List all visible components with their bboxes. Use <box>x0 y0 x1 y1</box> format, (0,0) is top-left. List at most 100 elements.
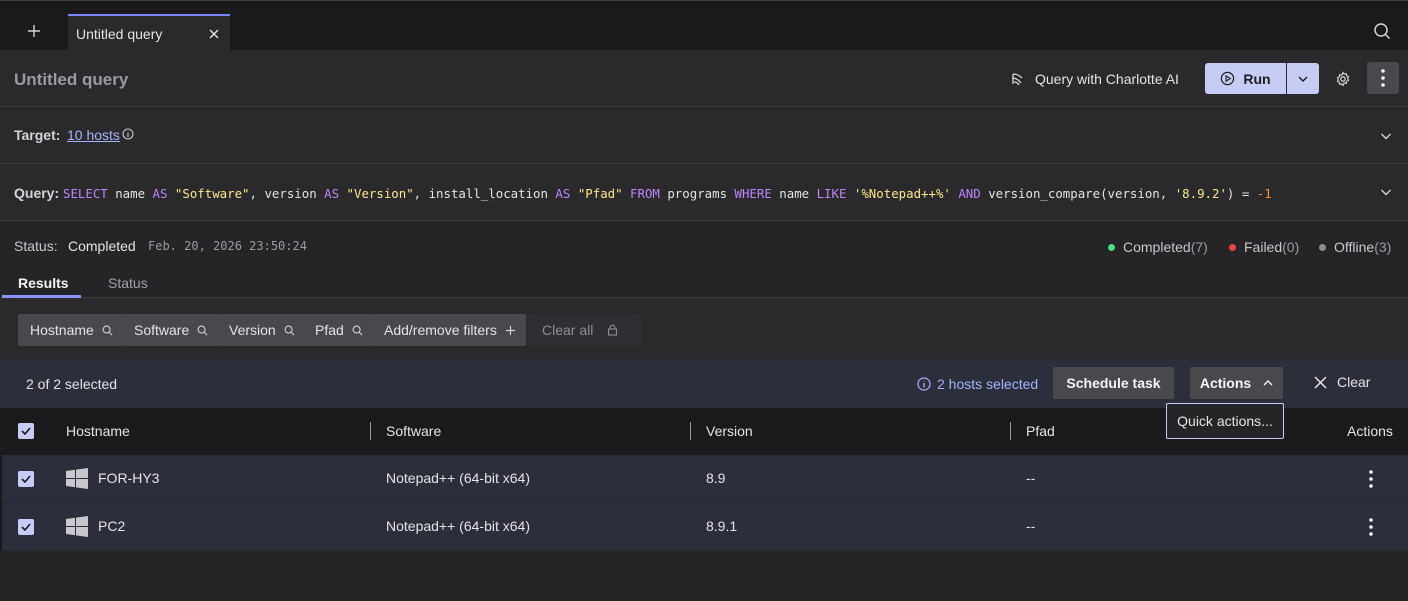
column-header-actions: Actions <box>1347 423 1393 439</box>
legend-failed-count: (0) <box>1282 239 1300 255</box>
filter-chip-version[interactable]: Version <box>217 314 305 346</box>
info-icon <box>917 377 931 391</box>
clear-selection-button[interactable]: Clear <box>1314 374 1370 390</box>
column-header-version[interactable]: Version <box>706 423 753 439</box>
tab-results[interactable]: Results <box>18 275 69 291</box>
add-remove-filters-button[interactable]: Add/remove filters <box>372 314 526 346</box>
actions-label: Actions <box>1199 375 1252 391</box>
kebab-icon <box>1369 470 1373 488</box>
search-icon <box>1374 23 1391 40</box>
check-icon <box>21 427 31 435</box>
legend-offline: Offline(3) <box>1319 239 1391 255</box>
target-hosts-link[interactable]: 10 hosts <box>67 127 120 143</box>
actions-button[interactable]: Actions <box>1190 367 1283 399</box>
legend-completed: Completed(7) <box>1108 239 1208 255</box>
expand-target-chevron-icon[interactable] <box>1378 128 1394 144</box>
query-token: SELECT <box>63 186 108 201</box>
tab-status[interactable]: Status <box>108 275 148 291</box>
close-icon <box>209 29 219 38</box>
query-token <box>167 186 174 201</box>
target-label: Target: <box>14 127 61 143</box>
query-token: WHERE <box>734 186 772 201</box>
check-icon <box>21 475 31 483</box>
status-label: Status: <box>14 238 58 254</box>
filter-chip-label: Version <box>229 322 276 338</box>
software-cell: Notepad++ (64-bit x64) <box>386 470 530 486</box>
query-token: "Software" <box>174 186 250 201</box>
hostname-cell: FOR-HY3 <box>98 470 160 486</box>
query-token: AND <box>958 186 981 201</box>
close-tab-button[interactable] <box>202 22 226 46</box>
query-with-charlotte-button[interactable]: Query with Charlotte AI <box>1010 68 1179 90</box>
query-token: programs <box>659 186 735 201</box>
query-token: FROM <box>630 186 660 201</box>
plus-icon <box>28 25 40 37</box>
offline-status-dot <box>1319 243 1326 251</box>
settings-button[interactable] <box>1330 66 1356 92</box>
query-token: "Version" <box>346 186 414 201</box>
quick-actions-menu-item[interactable]: Quick actions... <box>1166 403 1284 439</box>
tab-label: Untitled query <box>76 25 163 42</box>
legend-completed-count: (7) <box>1190 239 1208 255</box>
version-cell: 8.9 <box>706 470 726 486</box>
clear-all-filters-button[interactable]: Clear all <box>527 314 641 346</box>
charlotte-label: Query with Charlotte AI <box>1035 71 1179 87</box>
search-button[interactable] <box>1370 19 1394 43</box>
legend-failed: Failed(0) <box>1229 239 1299 255</box>
run-label: Run <box>1243 70 1271 87</box>
run-options-button[interactable] <box>1287 63 1319 94</box>
query-token: -1 <box>1256 186 1272 201</box>
query-token <box>570 186 577 201</box>
info-icon[interactable] <box>122 128 134 140</box>
check-icon <box>21 523 31 531</box>
play-icon <box>1221 71 1235 86</box>
tab-untitled-query[interactable]: Untitled query <box>68 14 230 51</box>
run-button[interactable]: Run <box>1205 63 1286 94</box>
table-row[interactable]: PC2 Notepad++ (64-bit x64) 8.9.1 -- <box>2 503 1408 551</box>
query-token: ) = <box>1226 186 1257 201</box>
hostname-cell: PC2 <box>98 518 126 534</box>
column-header-hostname[interactable]: Hostname <box>66 423 130 439</box>
select-all-checkbox[interactable] <box>18 423 34 439</box>
query-token: '%Notepad++%' <box>853 186 951 201</box>
hosts-selected-label: 2 hosts selected <box>937 376 1039 392</box>
filter-chip-pfad[interactable]: Pfad <box>303 314 373 346</box>
chevron-up-icon <box>1263 380 1273 386</box>
query-row[interactable]: Query: SELECT name AS "Software", versio… <box>0 164 1408 221</box>
gear-icon <box>1336 71 1350 87</box>
add-filters-label: Add/remove filters <box>384 322 497 338</box>
query-token: AS <box>555 186 571 201</box>
search-icon <box>102 325 113 335</box>
hosts-selected-info[interactable]: 2 hosts selected <box>917 376 1038 392</box>
column-header-software[interactable]: Software <box>386 423 441 439</box>
filter-chip-hostname[interactable]: Hostname <box>18 314 123 346</box>
filter-chip-software[interactable]: Software <box>122 314 219 346</box>
row-checkbox[interactable] <box>18 471 34 487</box>
row-checkbox[interactable] <box>18 519 34 535</box>
plus-icon <box>505 325 515 335</box>
charlotte-ai-icon <box>1011 73 1023 86</box>
query-token: , install_location <box>413 186 556 201</box>
pfad-cell: -- <box>1026 518 1036 534</box>
column-header-pfad[interactable]: Pfad <box>1026 423 1055 439</box>
schedule-task-button[interactable]: Schedule task <box>1053 367 1174 399</box>
query-token <box>339 186 346 201</box>
column-resizer[interactable] <box>1010 422 1011 440</box>
new-tab-button[interactable] <box>14 15 54 47</box>
expand-query-chevron-icon[interactable] <box>1378 184 1394 200</box>
selection-bar: 2 of 2 selected 2 hosts selected Schedul… <box>0 359 1408 408</box>
filter-chip-label: Hostname <box>30 322 94 338</box>
clear-label: Clear <box>1337 374 1371 390</box>
more-options-button[interactable] <box>1367 62 1399 94</box>
page-title: Untitled query <box>14 70 129 89</box>
row-actions-button[interactable] <box>1359 515 1383 539</box>
target-row[interactable]: Target: 10 hosts <box>0 107 1408 164</box>
column-resizer[interactable] <box>690 422 691 440</box>
close-icon <box>1314 375 1327 389</box>
status-value: Completed <box>68 238 136 254</box>
query-token: "Pfad" <box>577 186 623 201</box>
filter-chip-label: Software <box>134 322 190 338</box>
row-actions-button[interactable] <box>1359 467 1383 491</box>
table-row[interactable]: FOR-HY3 Notepad++ (64-bit x64) 8.9 -- <box>2 455 1408 503</box>
column-resizer[interactable] <box>370 422 371 440</box>
